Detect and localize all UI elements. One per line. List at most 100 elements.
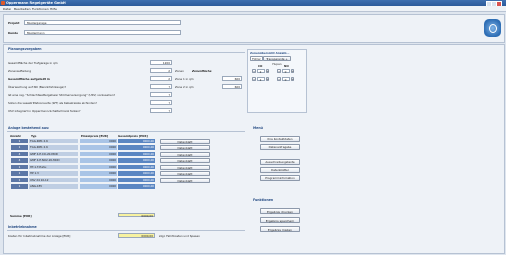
usv-input[interactable]: ?: [150, 92, 172, 97]
datenanfrage-button[interactable]: Datenanfragabe: [260, 144, 300, 150]
menu-funktionen[interactable]: Funktionen: [32, 7, 49, 11]
gesamtpreis-cell: 0000,00: [118, 151, 155, 157]
tab-fuehler[interactable]: Fühler: [250, 56, 263, 61]
table-row: 4 GMF 4.E.NO2-20-MOD 0000 0000,00 Datenb…: [8, 158, 238, 164]
co-count-1[interactable]: 2: [256, 68, 265, 74]
programminfo-button[interactable]: Programminfomation: [260, 175, 300, 181]
typ-cell: TGG-RM1 2.6: [29, 138, 78, 144]
co-decrement-button[interactable]: −: [252, 69, 256, 73]
inbetrieb-header: Inbetriebnahme: [8, 225, 37, 229]
datenblaetter-button[interactable]: Datenblätter: [260, 167, 300, 173]
table-row: 1 TGG-RM1 2.6 0000 0000,00 Datenblatt: [8, 138, 238, 144]
table-row: 1 TGG-RM1 2.6 0000 0000,00 Datenblatt: [8, 145, 238, 151]
gesamtpreis-cell: 0000,00: [118, 164, 155, 170]
no-count-2[interactable]: 0: [281, 76, 290, 82]
app-logo-icon: [1, 1, 5, 5]
table-row: 1 ANG-1EV 0000 0000,00: [8, 184, 238, 190]
summe-label: Summe [EUR]: [10, 214, 32, 218]
menu-header: Menü: [253, 126, 263, 130]
speichern-button[interactable]: Ergebnis speichern: [260, 217, 300, 223]
main-panel: Planungsvorgaben Gesamtfläche der Tiefga…: [3, 44, 505, 254]
typ-cell: GMF 4.E.NO2-20-MOD: [29, 158, 78, 163]
datenblatt-button[interactable]: Datenblatt: [160, 177, 210, 183]
anzahl-cell[interactable]: 1: [11, 177, 28, 183]
einzelpreis-cell: 0000: [80, 138, 117, 144]
anzahl-cell[interactable]: 4: [11, 151, 28, 157]
datenblatt-button[interactable]: Datenblatt: [160, 171, 210, 177]
tab-transparente[interactable]: Transparente + Hupen: [263, 56, 291, 66]
datenblatt-button[interactable]: Datenblatt: [160, 145, 210, 151]
gesamtpreis-cell: 0000,00: [118, 184, 155, 189]
anzahl-cell[interactable]: 4: [11, 158, 28, 163]
table-row: 1 HP 1.3 0000 0000,00 Datenblatt: [8, 171, 238, 177]
sensor-header: Zonenübersicht Anzahl...: [250, 51, 290, 55]
drucken-button[interactable]: Ergebnis drucken: [260, 208, 300, 214]
menu-datei[interactable]: Datei: [3, 7, 11, 11]
einzelpreis-cell: 0000: [80, 164, 117, 170]
ueberwachung-no-label: Überwachung auf NO (Benzinfahrzeuge)?: [8, 85, 66, 89]
einzelpreis-cell: 0000: [80, 158, 117, 163]
no-increment-button[interactable]: +: [290, 77, 294, 81]
divider: [7, 52, 245, 53]
window-title: Oppermann Regelgeräte GmbH: [6, 1, 66, 5]
anzahl-cell[interactable]: 1: [11, 164, 28, 170]
kabel-input[interactable]: ?: [150, 100, 172, 105]
menu-bearbeiten[interactable]: Bearbeiten: [14, 7, 30, 11]
ausschreibungstexte-button[interactable]: Ausschreibungstexte: [260, 159, 300, 165]
menu-hilfe[interactable]: Hilfe: [50, 7, 57, 11]
kontaktdaten-button[interactable]: Ihre Kontaktdaten: [260, 136, 300, 142]
gesamtflaeche-label: Gesamtfläche der Tiefgarage in qm: [8, 61, 58, 65]
aufgeteilt-label: Gesamtfläche aufgeteilt in: [8, 77, 50, 81]
menu-bar: Datei Bearbeiten Funktionen Hilfe: [0, 6, 506, 12]
mailen-button[interactable]: Ergebnis mailen: [260, 226, 300, 232]
usv-label: Ist eine reg. "Schlechtwettergehwer Strö…: [8, 93, 115, 97]
einzelpreis-cell: 0000: [80, 151, 117, 157]
typ-cell: USV 24 10-12: [29, 177, 78, 183]
no-count-1[interactable]: 0: [281, 68, 290, 74]
co-decrement-button[interactable]: −: [252, 77, 256, 81]
zone2-input[interactable]: 600: [222, 84, 242, 89]
gesamtflaeche-input[interactable]: 1200: [150, 60, 172, 65]
projekt-field[interactable]: Mustergarage: [24, 20, 181, 25]
no-decrement-button[interactable]: −: [277, 69, 281, 73]
no-column: NO: [284, 64, 289, 68]
co-count-2[interactable]: 2: [256, 76, 265, 82]
gesamtpreis-cell: 0000,00: [118, 145, 155, 150]
projekt-label: Projekt: [8, 21, 20, 25]
anzahl-cell[interactable]: 1: [11, 171, 28, 176]
gesamtpreis-cell: 0000,00: [118, 138, 155, 144]
typ-cell: TGG-RM1 2.6: [29, 145, 78, 150]
table-row: 1 USV 24 10-12 0000 0000,00 Datenblatt: [8, 177, 238, 183]
gesamtpreis-cell: 0000,00: [118, 177, 155, 183]
anzahl-cell[interactable]: 1: [11, 184, 28, 189]
aufgeteilt-input[interactable]: 2: [150, 76, 172, 81]
ueberwachung-no-input[interactable]: ?: [150, 84, 172, 89]
co-increment-button[interactable]: +: [265, 69, 269, 73]
co-increment-button[interactable]: +: [265, 77, 269, 81]
no-decrement-button[interactable]: −: [277, 77, 281, 81]
divider: [7, 131, 245, 132]
usv-integriert-input[interactable]: ?: [150, 108, 172, 113]
einzelpreis-cell: 0000: [80, 177, 117, 183]
no-increment-button[interactable]: +: [290, 69, 294, 73]
einzelpreis-cell: 0000: [80, 145, 117, 150]
kunde-field[interactable]: Mustermann: [24, 30, 181, 35]
gesamtpreis-cell: 0000,00: [118, 171, 155, 176]
typ-cell: HT-1.T-Hahu: [29, 164, 78, 170]
summe-value: 0000,00: [118, 212, 155, 218]
datenblatt-button[interactable]: Datenblatt: [160, 151, 210, 157]
zonen-suffix: Zonen: [175, 69, 184, 73]
zone1-input[interactable]: 600: [222, 76, 242, 81]
datenblatt-button[interactable]: Datenblatt: [160, 158, 210, 164]
inbetrieb-label: Kosten für Inbetriebnahme der Anlage [EU…: [8, 234, 71, 238]
anzahl-cell[interactable]: 1: [11, 145, 28, 150]
datenblatt-button[interactable]: Datenblatt: [160, 164, 210, 170]
equipment-header: Anlage bestehend aus:: [8, 126, 50, 130]
anzahl-cell[interactable]: 1: [11, 138, 28, 144]
oppermann-logo-icon: [484, 19, 501, 37]
zonenaufteilung-input[interactable]: 2: [150, 68, 172, 73]
datenblatt-button[interactable]: Datenblatt: [160, 138, 210, 144]
typ-cell: ANG-1EV: [29, 184, 78, 189]
planning-header: Planungsvorgaben: [8, 47, 42, 51]
zone1-label: Zone 1 in qm: [175, 77, 194, 81]
